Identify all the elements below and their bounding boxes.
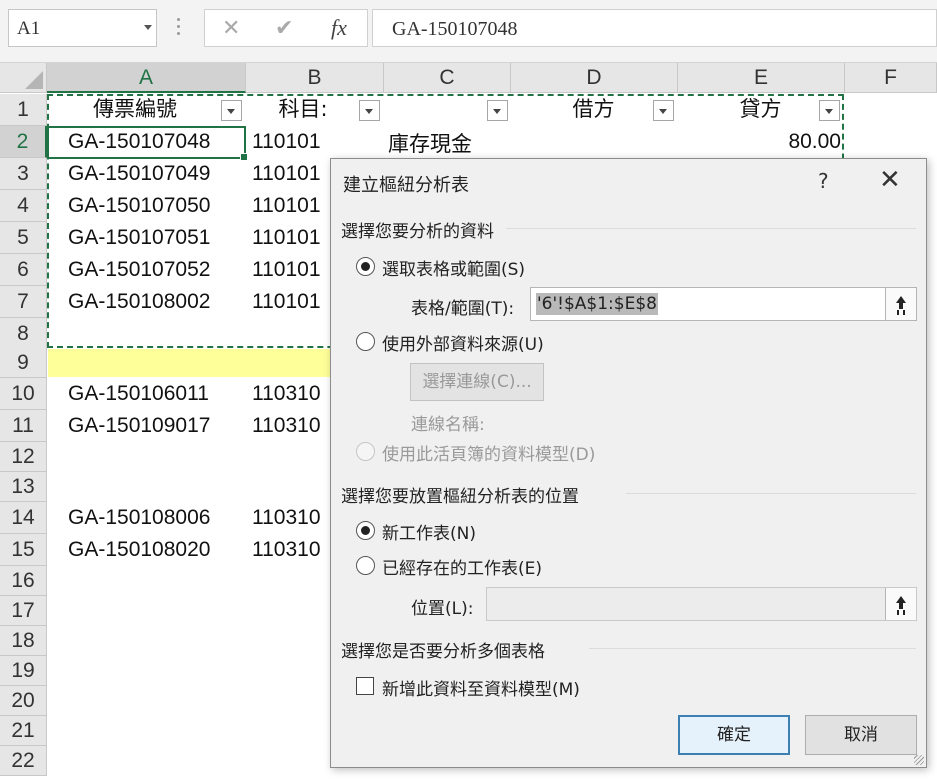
- connection-name-label: 連線名稱:: [411, 415, 485, 435]
- highlighted-row: [48, 349, 338, 377]
- radio-data-model-label[interactable]: 使用此活頁簿的資料模型(D): [382, 440, 595, 465]
- radio-external-source[interactable]: [356, 332, 375, 351]
- enter-icon[interactable]: ✔: [275, 16, 293, 41]
- cell-b15[interactable]: 110310: [252, 534, 321, 566]
- radio-data-model[interactable]: [356, 442, 375, 461]
- cell-b10[interactable]: 110310: [252, 378, 321, 410]
- divider: [589, 648, 916, 649]
- range-label: 表格/範圍(T):: [411, 299, 515, 319]
- range-input[interactable]: '6'!$A$1:$E$8: [530, 287, 917, 321]
- collapse-dialog-icon[interactable]: [885, 588, 916, 620]
- create-pivottable-dialog: 建立樞紐分析表 ? ✕ 選擇您要分析的資料 選取表格或範圍(S) 表格/範圍(T…: [330, 158, 927, 768]
- column-header-d[interactable]: D: [511, 63, 678, 93]
- row-header-22[interactable]: 22: [0, 746, 47, 776]
- section-choose-data: 選擇您要分析的資料: [341, 222, 494, 242]
- choose-connection-button[interactable]: 選擇連線(C)...: [410, 363, 544, 401]
- radio-new-worksheet[interactable]: [356, 521, 375, 540]
- column-header-c[interactable]: C: [384, 63, 511, 93]
- row-header-17[interactable]: 17: [0, 596, 47, 626]
- section-multiple-tables: 選擇您是否要分析多個表格: [341, 642, 545, 662]
- radio-existing-worksheet-label[interactable]: 已經存在的工作表(E): [382, 554, 542, 579]
- row-header-5[interactable]: 5: [0, 222, 47, 254]
- radio-existing-worksheet[interactable]: [356, 556, 375, 575]
- cell-a10[interactable]: GA-150106011: [68, 378, 209, 410]
- radio-table-range-label[interactable]: 選取表格或範圍(S): [382, 255, 525, 280]
- name-box[interactable]: A1: [8, 9, 157, 47]
- add-to-data-model-label[interactable]: 新增此資料至資料模型(M): [382, 675, 580, 700]
- row-header-6[interactable]: 6: [0, 254, 47, 286]
- location-input[interactable]: [486, 587, 917, 621]
- range-value: '6'!$A$1:$E$8: [536, 293, 658, 315]
- dialog-title: 建立樞紐分析表: [343, 175, 469, 196]
- row-header-4[interactable]: 4: [0, 190, 47, 222]
- ok-button[interactable]: 確定: [678, 715, 790, 755]
- row-header-18[interactable]: 18: [0, 626, 47, 656]
- divider: [506, 228, 916, 229]
- cancel-icon[interactable]: ✕: [222, 16, 240, 41]
- column-header-a[interactable]: A: [47, 63, 246, 93]
- collapse-dialog-icon[interactable]: [885, 288, 916, 320]
- drag-handle-icon[interactable]: [177, 18, 181, 40]
- row-header-1[interactable]: 1: [0, 94, 47, 126]
- add-to-data-model-checkbox[interactable]: [356, 677, 374, 695]
- row-header-9[interactable]: 9: [0, 348, 47, 378]
- row-header-3[interactable]: 3: [0, 158, 47, 190]
- row-header-11[interactable]: 11: [0, 410, 47, 442]
- help-icon[interactable]: ?: [818, 169, 829, 193]
- row-header-10[interactable]: 10: [0, 378, 47, 410]
- row-header-7[interactable]: 7: [0, 286, 47, 318]
- close-icon[interactable]: ✕: [879, 165, 901, 195]
- resize-grip-icon[interactable]: [914, 755, 924, 765]
- name-box-value: A1: [17, 18, 41, 39]
- chevron-down-icon[interactable]: [144, 25, 152, 30]
- cell-a11[interactable]: GA-150109017: [68, 410, 210, 442]
- formula-buttons: ✕ ✔ fx: [204, 9, 368, 47]
- formula-bar: A1 ✕ ✔ fx GA-150107048: [0, 0, 937, 63]
- divider: [626, 493, 916, 494]
- formula-value: GA-150107048: [392, 18, 518, 40]
- row-header-20[interactable]: 20: [0, 686, 47, 716]
- column-header-b[interactable]: B: [246, 63, 384, 93]
- column-header-e[interactable]: E: [678, 63, 845, 93]
- row-header-2[interactable]: 2: [0, 126, 47, 158]
- cell-b11[interactable]: 110310: [252, 410, 321, 442]
- row-header-15[interactable]: 15: [0, 534, 47, 566]
- location-label: 位置(L):: [411, 599, 474, 619]
- select-all-button[interactable]: [0, 63, 47, 93]
- row-header-12[interactable]: 12: [0, 442, 47, 472]
- radio-table-range[interactable]: [356, 257, 375, 276]
- fill-handle[interactable]: [240, 153, 248, 161]
- cell-a15[interactable]: GA-150108020: [68, 534, 210, 566]
- row-header-8[interactable]: 8: [0, 318, 47, 350]
- active-cell[interactable]: [47, 126, 248, 161]
- row-header-19[interactable]: 19: [0, 656, 47, 686]
- row-header-13[interactable]: 13: [0, 472, 47, 502]
- insert-function-icon[interactable]: fx: [331, 15, 347, 41]
- radio-external-source-label[interactable]: 使用外部資料來源(U): [382, 330, 544, 355]
- radio-new-worksheet-label[interactable]: 新工作表(N): [382, 519, 476, 544]
- cancel-button[interactable]: 取消: [805, 715, 917, 755]
- cell-b14[interactable]: 110310: [252, 502, 321, 534]
- cell-a14[interactable]: GA-150108006: [68, 502, 210, 534]
- row-header-16[interactable]: 16: [0, 566, 47, 596]
- row-header-21[interactable]: 21: [0, 716, 47, 746]
- section-choose-location: 選擇您要放置樞紐分析表的位置: [341, 487, 579, 507]
- row-header-14[interactable]: 14: [0, 502, 47, 534]
- formula-input[interactable]: GA-150107048: [372, 9, 937, 47]
- column-header-f[interactable]: F: [845, 63, 937, 93]
